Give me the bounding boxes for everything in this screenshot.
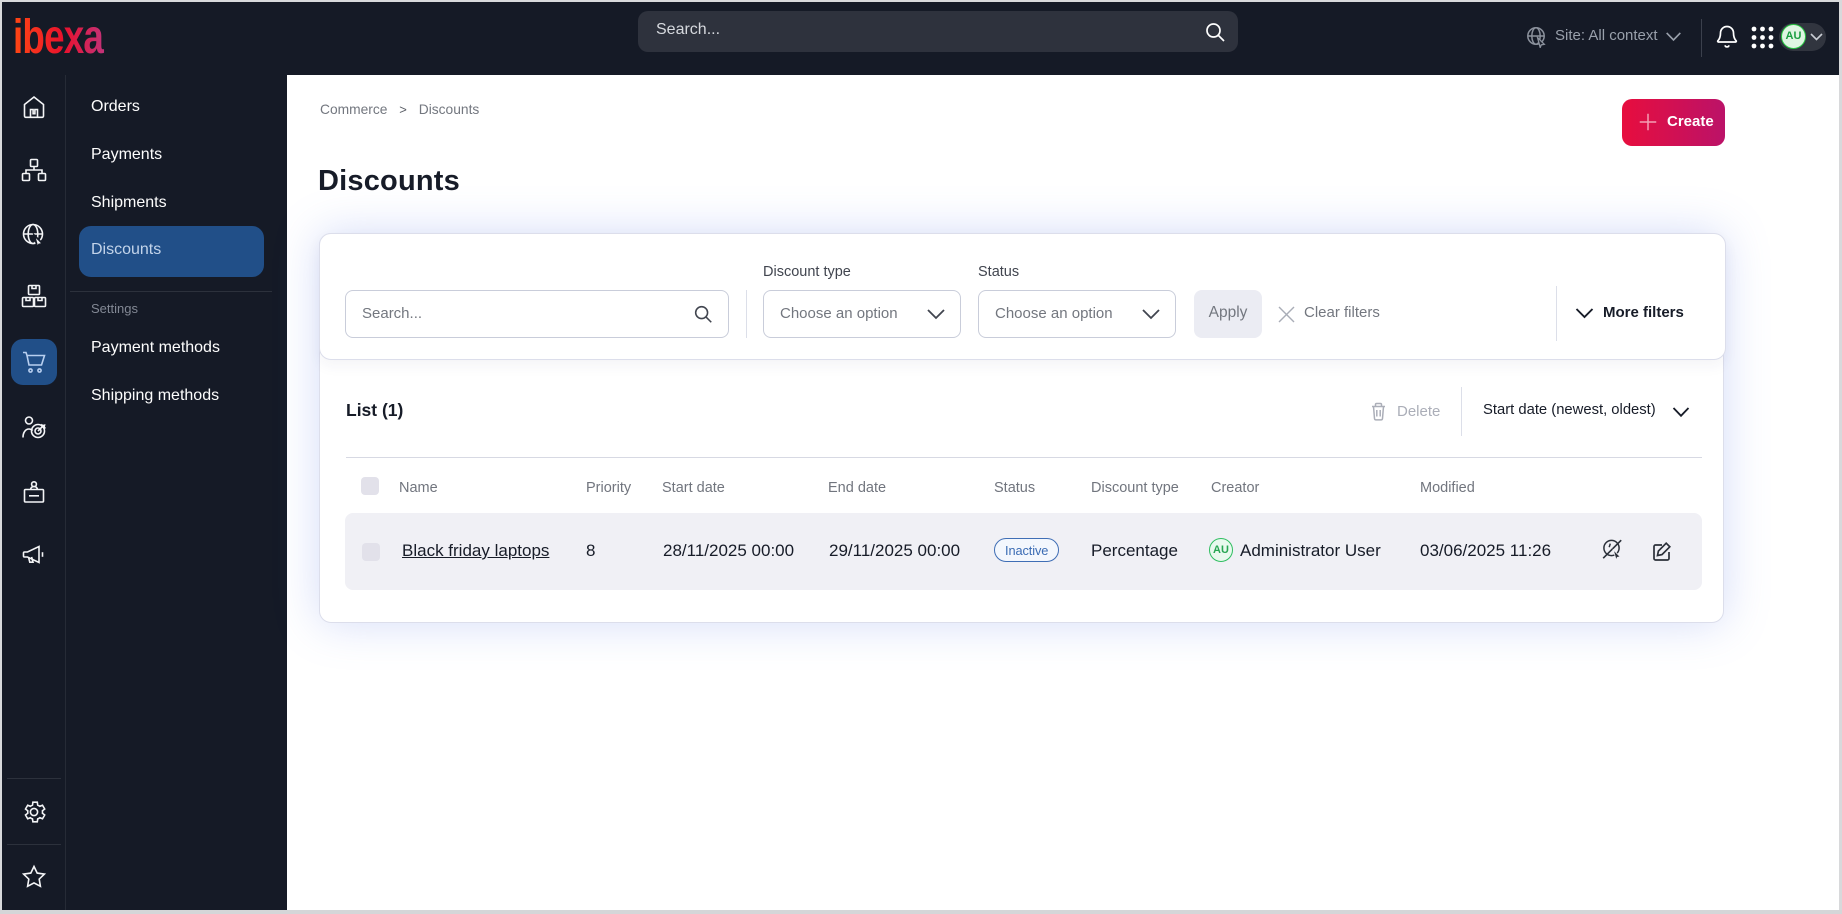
svg-text:ibexa: ibexa (13, 16, 105, 60)
